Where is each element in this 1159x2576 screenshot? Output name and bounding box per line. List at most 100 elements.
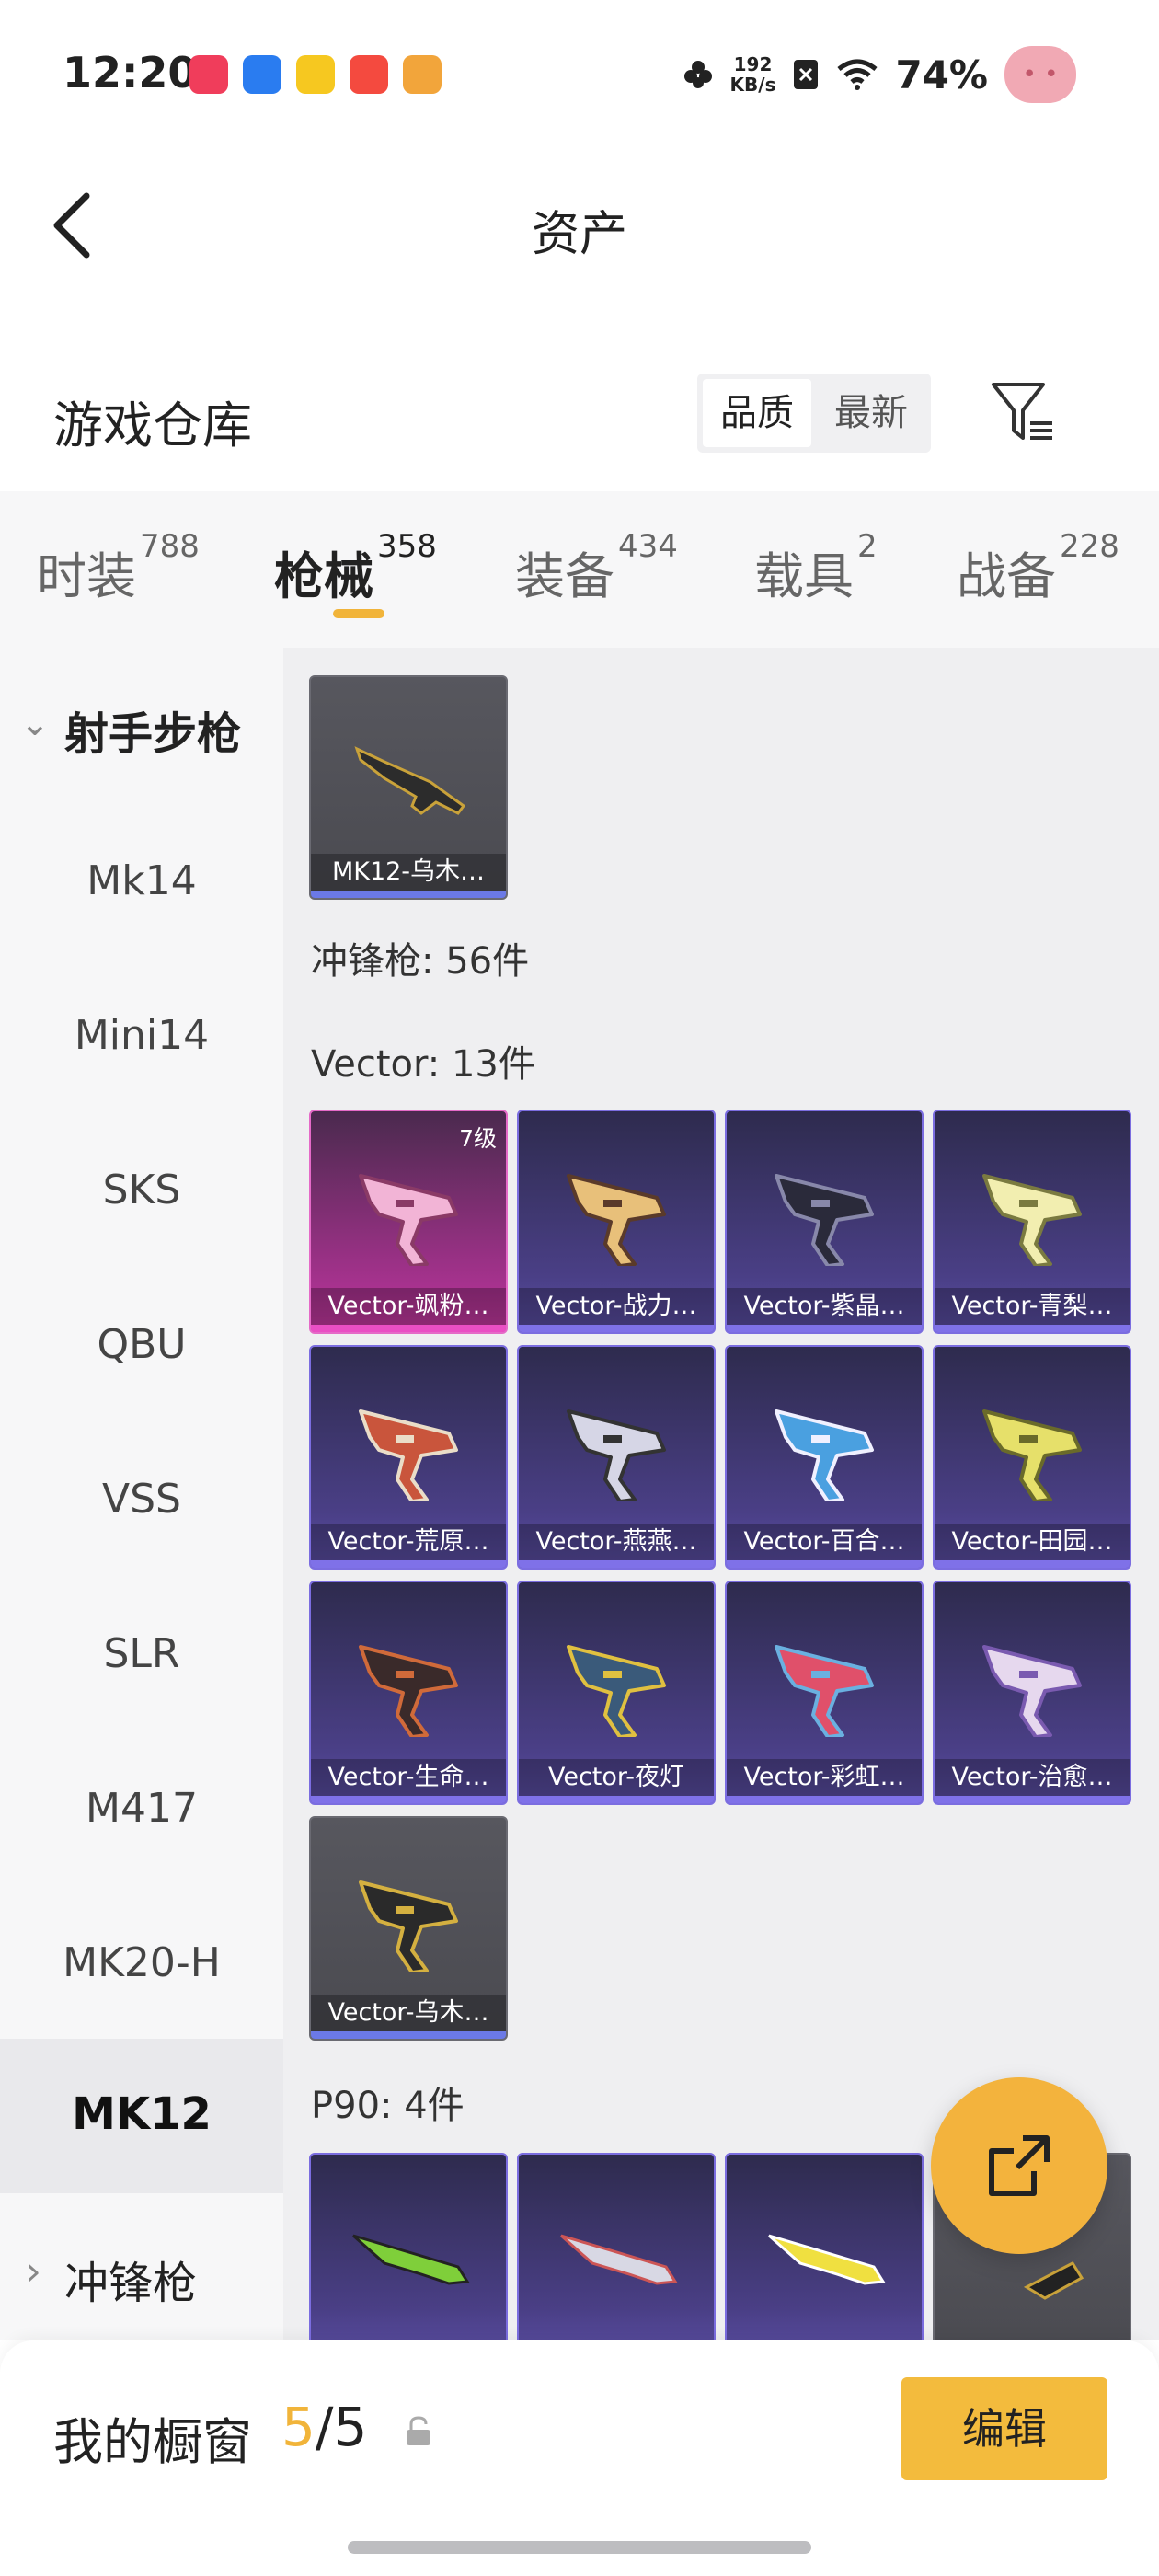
weapon-card[interactable]: Vector-彩虹… bbox=[725, 1581, 924, 1805]
chevron-right-icon: › bbox=[26, 2248, 41, 2294]
weapon-card[interactable]: MK12-乌木… bbox=[309, 675, 508, 900]
page-header: 资产 bbox=[0, 166, 1159, 285]
showcase-title: 我的橱窗 bbox=[53, 2413, 252, 2471]
warehouse-title: 游戏仓库 bbox=[53, 397, 252, 454]
rarity-bar bbox=[519, 1325, 714, 1332]
smg-icon bbox=[768, 2234, 886, 2285]
sidebar-item-m417[interactable]: M417 bbox=[0, 1785, 283, 1832]
rarity-bar bbox=[935, 1325, 1130, 1332]
weapon-card[interactable]: Vector-紫晶… bbox=[725, 1110, 924, 1334]
section-header-p90: P90: 4件 bbox=[311, 2085, 465, 2127]
weapon-card[interactable] bbox=[309, 2153, 508, 2340]
active-tab-indicator bbox=[333, 609, 384, 618]
level-badge: 7级 bbox=[459, 1125, 497, 1152]
rarity-bar bbox=[727, 1560, 922, 1568]
vector-smg-icon bbox=[982, 1645, 1082, 1737]
rarity-bar bbox=[935, 1560, 1130, 1568]
flower-icon bbox=[683, 61, 712, 88]
vector-smg-icon bbox=[359, 1409, 458, 1501]
weapon-card[interactable]: Vector-治愈… bbox=[933, 1581, 1131, 1805]
smg-icon bbox=[560, 2234, 678, 2285]
weapon-card[interactable]: Vector-乌木… bbox=[309, 1816, 508, 2041]
lock-icon bbox=[407, 2416, 430, 2445]
chevron-down-icon: ⌄ bbox=[20, 703, 50, 743]
vector-smg-icon bbox=[567, 1409, 666, 1501]
weapon-card-label: Vector-乌木… bbox=[311, 1995, 506, 2031]
weapon-card[interactable]: Vector-战力… bbox=[517, 1110, 716, 1334]
vector-smg-icon bbox=[775, 1645, 874, 1737]
browser-app-icon bbox=[243, 55, 281, 94]
sidebar-item-mk20h[interactable]: MK20-H bbox=[0, 1939, 283, 1986]
share-icon bbox=[989, 2135, 1050, 2196]
weapon-card[interactable] bbox=[725, 2153, 924, 2340]
weapon-card[interactable]: Vector-夜灯 bbox=[517, 1581, 716, 1805]
clock: 12:20 bbox=[63, 48, 198, 98]
rarity-bar bbox=[519, 1796, 714, 1803]
weapon-card-label: Vector-百合… bbox=[727, 1524, 922, 1560]
rarity-bar bbox=[727, 1325, 922, 1332]
edit-button[interactable]: 编辑 bbox=[901, 2377, 1107, 2480]
weapon-card[interactable]: 7级 Vector-飒粉… bbox=[309, 1110, 508, 1334]
sort-latest-button[interactable]: 最新 bbox=[817, 379, 925, 447]
sidebar-item-sks[interactable]: SKS bbox=[0, 1167, 283, 1213]
vector-smg-icon bbox=[775, 1174, 874, 1266]
share-button[interactable] bbox=[931, 2077, 1107, 2254]
weapon-card-label: Vector-紫晶… bbox=[727, 1288, 922, 1325]
weapon-card-label: Vector-田园… bbox=[935, 1524, 1130, 1560]
smg-icon bbox=[352, 2234, 470, 2285]
weapon-card[interactable]: Vector-百合… bbox=[725, 1345, 924, 1570]
tab-fashion[interactable]: 时装788 bbox=[37, 528, 200, 608]
news-app-icon bbox=[296, 55, 335, 94]
rarity-bar bbox=[519, 1560, 714, 1568]
system-indicators: 192 KB/s 74% • • bbox=[683, 46, 1076, 103]
vector-smg-icon bbox=[567, 1174, 666, 1266]
sidebar-item-mini14[interactable]: Mini14 bbox=[0, 1012, 283, 1059]
battery-level: 74% bbox=[895, 52, 988, 98]
vector-smg-icon bbox=[775, 1409, 874, 1501]
rarity-bar bbox=[311, 1560, 506, 1568]
sidebar-item-mk12[interactable]: MK12 bbox=[0, 2088, 283, 2140]
video-app-icon bbox=[189, 55, 228, 94]
pig-avatar-icon: • • bbox=[1004, 46, 1076, 103]
network-speed: 192 KB/s bbox=[729, 53, 776, 96]
weapon-card-label: Vector-燕燕… bbox=[519, 1524, 714, 1560]
tab-combat-gear[interactable]: 战备228 bbox=[957, 528, 1119, 608]
vector-smg-icon bbox=[982, 1174, 1082, 1266]
tab-vehicles[interactable]: 载具2 bbox=[754, 528, 878, 608]
section-header-smg: 冲锋枪: 56件 bbox=[311, 940, 530, 983]
rarity-bar bbox=[311, 1325, 506, 1332]
weapon-card-label: Vector-荒原… bbox=[311, 1524, 506, 1560]
vector-smg-icon bbox=[359, 1174, 458, 1266]
weapon-card-label: Vector-飒粉… bbox=[311, 1288, 506, 1325]
rarity-bar bbox=[311, 1796, 506, 1803]
tab-equipment[interactable]: 装备434 bbox=[515, 528, 678, 608]
weapon-card[interactable]: Vector-燕燕… bbox=[517, 1345, 716, 1570]
rifle-icon bbox=[354, 746, 466, 815]
weapon-card-label: Vector-青梨… bbox=[935, 1288, 1130, 1325]
weapon-card-label: Vector-战力… bbox=[519, 1288, 714, 1325]
wifi-icon bbox=[837, 59, 878, 90]
weapon-card-label: Vector-彩虹… bbox=[727, 1759, 922, 1796]
status-bar: 12:20 192 KB/s 74% • • bbox=[0, 0, 1159, 138]
sort-quality-button[interactable]: 品质 bbox=[703, 379, 811, 447]
weapon-card[interactable]: Vector-荒原… bbox=[309, 1345, 508, 1570]
sidebar-item-mk14[interactable]: Mk14 bbox=[0, 857, 283, 904]
section-header-vector: Vector: 13件 bbox=[311, 1043, 535, 1086]
kuaishou-app-icon bbox=[350, 55, 388, 94]
sort-toggle: 品质 最新 bbox=[697, 374, 931, 453]
weapon-card[interactable]: Vector-田园… bbox=[933, 1345, 1131, 1570]
sidebar-item-slr[interactable]: SLR bbox=[0, 1630, 283, 1677]
vector-smg-icon bbox=[567, 1645, 666, 1737]
tab-firearms[interactable]: 枪械358 bbox=[274, 528, 437, 608]
weapon-card[interactable]: Vector-生命… bbox=[309, 1581, 508, 1805]
rarity-bar bbox=[935, 1796, 1130, 1803]
notification-icons bbox=[189, 55, 442, 94]
weapon-card[interactable] bbox=[517, 2153, 716, 2340]
weapon-card[interactable]: Vector-青梨… bbox=[933, 1110, 1131, 1334]
weapon-card-label: Vector-生命… bbox=[311, 1759, 506, 1796]
sidebar-item-qbu[interactable]: QBU bbox=[0, 1321, 283, 1368]
showcase-count: 5/5 bbox=[281, 2396, 368, 2458]
filter-icon[interactable] bbox=[990, 381, 1056, 445]
sidebar-item-vss[interactable]: VSS bbox=[0, 1476, 283, 1523]
home-indicator[interactable] bbox=[348, 2541, 811, 2554]
